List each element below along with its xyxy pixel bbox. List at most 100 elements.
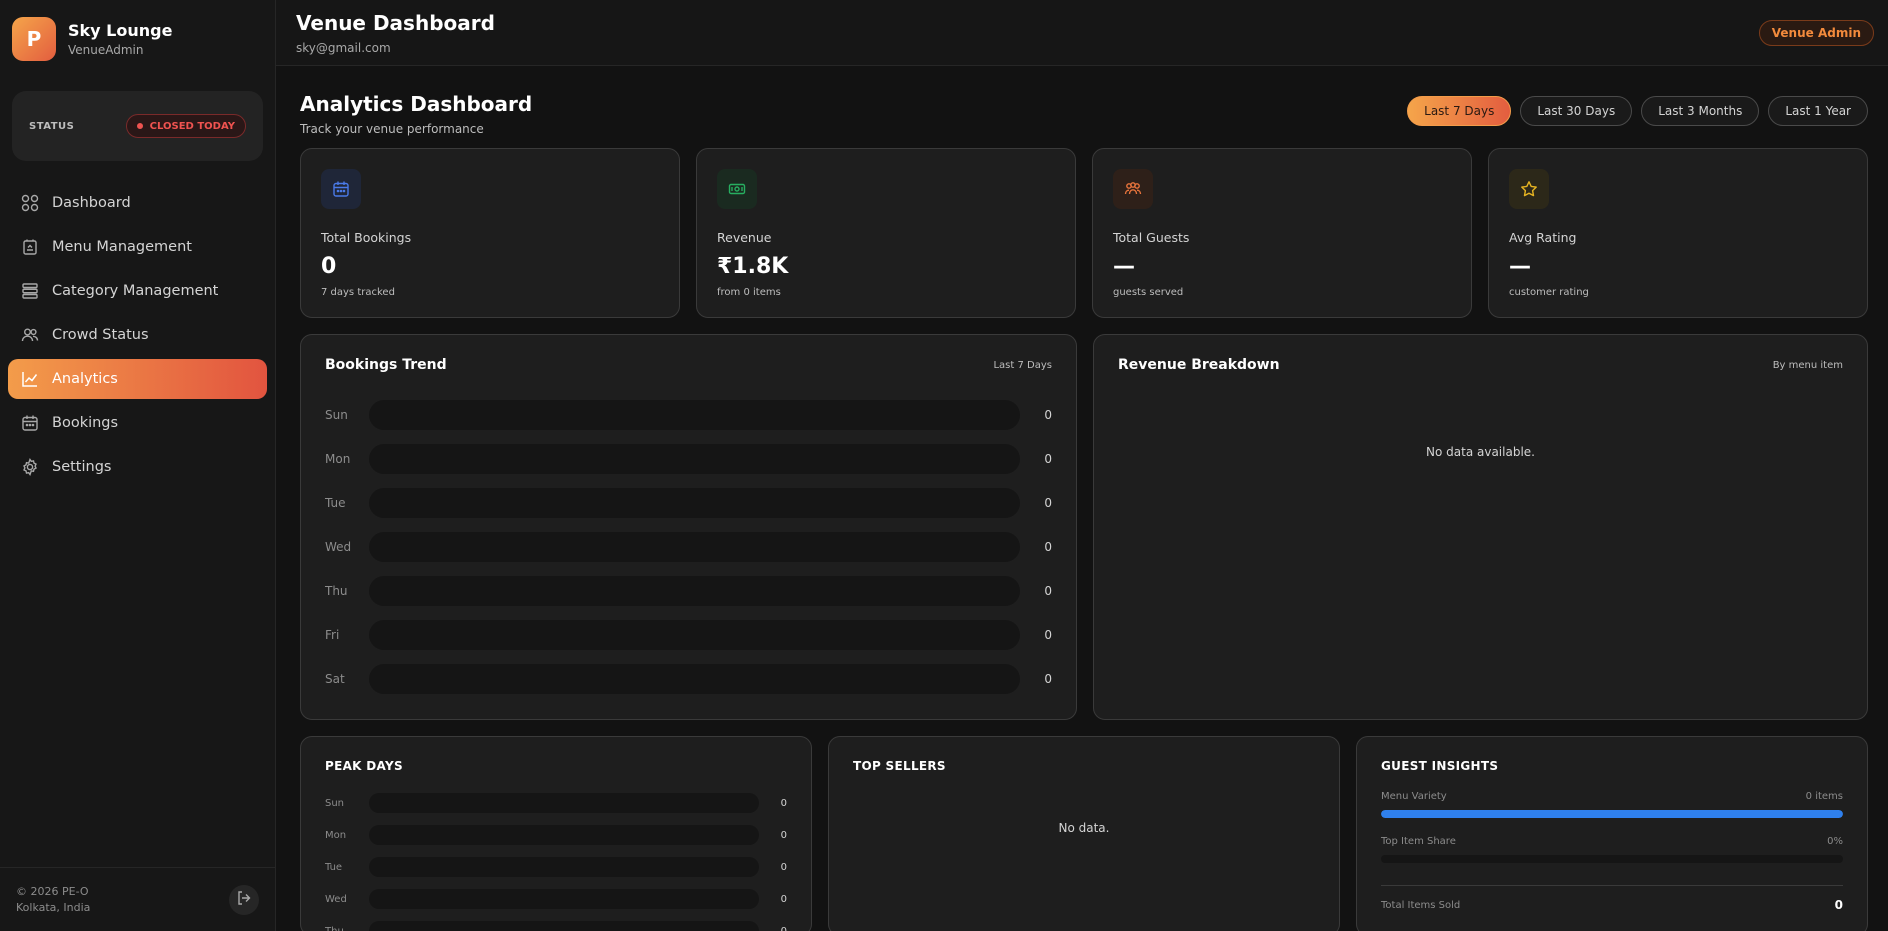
panel-title: TOP SELLERS	[853, 759, 946, 773]
bar-track	[369, 400, 1020, 430]
stat-card-avg-rating: Avg Rating — customer rating	[1488, 148, 1868, 318]
main-area: Venue Dashboard sky@gmail.com Venue Admi…	[276, 0, 1888, 931]
bar-track	[369, 889, 759, 909]
bar-track	[369, 620, 1020, 650]
users-icon	[1113, 169, 1153, 209]
stat-footnote: from 0 items	[717, 287, 781, 298]
day-label: Thu	[325, 925, 344, 931]
day-label: Mon	[325, 452, 351, 466]
bar-track	[369, 857, 759, 877]
status-dot	[136, 123, 143, 129]
stat-label: Total Guests	[1113, 230, 1190, 245]
trend-row: Mon 0	[325, 437, 1052, 481]
sidebar-item-analytics[interactable]: Analytics	[8, 359, 267, 399]
bar-value: 0	[1044, 584, 1052, 598]
sidebar-item-label: Crowd Status	[52, 327, 149, 343]
bar-track	[369, 921, 759, 931]
venue-name: Sky Lounge	[68, 21, 173, 40]
sidebar-item-crowd-status[interactable]: Crowd Status	[8, 315, 267, 355]
sidebar-item-settings[interactable]: Settings	[8, 447, 267, 487]
sidebar-item-label: Bookings	[52, 415, 119, 431]
brand: P Sky Lounge VenueAdmin	[0, 0, 275, 78]
stat-label: Total Bookings	[321, 230, 412, 245]
insight-label: Menu Variety	[1381, 791, 1447, 802]
insight-value: 0%	[1827, 836, 1843, 847]
sidebar-item-category-management[interactable]: Category Management	[8, 271, 267, 311]
stat-label: Revenue	[717, 230, 772, 245]
status-label: STATUS	[29, 120, 75, 132]
stat-value: 0	[321, 254, 337, 279]
peak-row: Sun 0	[325, 787, 787, 819]
empty-state: No data available.	[1426, 445, 1535, 459]
panel-meta: Last 7 Days	[993, 359, 1052, 371]
sidebar-item-label: Settings	[52, 459, 112, 475]
peak-row: Tue 0	[325, 851, 787, 883]
insight-total-items-sold: Total Items Sold 0	[1381, 898, 1843, 912]
status-card: STATUS CLOSED TODAY	[12, 91, 263, 161]
menu-book-icon	[20, 237, 40, 257]
range-30-days-button[interactable]: Last 30 Days	[1520, 96, 1633, 126]
stat-value: —	[1509, 254, 1531, 279]
sidebar: P Sky Lounge VenueAdmin STATUS CLOSED TO…	[0, 0, 276, 931]
brand-logo: P	[12, 17, 56, 61]
sidebar-item-menu-management[interactable]: Menu Management	[8, 227, 267, 267]
sidebar-item-label: Menu Management	[52, 239, 192, 255]
day-label: Wed	[325, 893, 347, 905]
insight-top-item-share: Top Item Share 0%	[1381, 836, 1843, 863]
day-label: Fri	[325, 628, 340, 642]
logout-button[interactable]	[229, 884, 259, 915]
panel-title: PEAK DAYS	[325, 759, 403, 773]
users-icon	[20, 325, 40, 345]
stat-value: ₹1.8K	[717, 254, 789, 279]
day-label: Mon	[325, 829, 347, 841]
insight-menu-variety: Menu Variety 0 items	[1381, 791, 1843, 818]
insight-fill	[1381, 810, 1843, 818]
sidebar-item-dashboard[interactable]: Dashboard	[8, 183, 267, 223]
insight-value: 0 items	[1805, 791, 1843, 802]
trend-row: Fri 0	[325, 613, 1052, 657]
bookings-trend-panel: Bookings Trend Last 7 Days Sun 0 Mon 0 Tue 0 W…	[300, 334, 1077, 720]
range-3-months-button[interactable]: Last 3 Months	[1641, 96, 1760, 126]
bar-value: 0	[1044, 540, 1052, 554]
peak-days-panel: PEAK DAYS Sun 0 Mon 0 Tue 0 Wed 0 Thu 0	[300, 736, 812, 931]
bar-value: 0	[780, 797, 787, 809]
trend-row: Tue 0	[325, 481, 1052, 525]
bar-value: 0	[780, 893, 787, 905]
stat-cards: Total Bookings 0 7 days tracked Revenue …	[300, 148, 1868, 318]
trend-row: Thu 0	[325, 569, 1052, 613]
panel-title: Bookings Trend	[325, 357, 447, 373]
stat-card-revenue: Revenue ₹1.8K from 0 items	[696, 148, 1076, 318]
line-chart-icon	[20, 369, 40, 389]
insight-track	[1381, 810, 1843, 818]
trend-row: Wed 0	[325, 525, 1052, 569]
revenue-breakdown-panel: Revenue Breakdown By menu item No data a…	[1093, 334, 1868, 720]
trend-row: Sat 0	[325, 657, 1052, 701]
topbar-title: Venue Dashboard	[296, 10, 495, 35]
bar-value: 0	[780, 925, 787, 931]
venue-role: VenueAdmin	[68, 43, 144, 57]
bar-track	[369, 793, 759, 813]
sidebar-item-bookings[interactable]: Bookings	[8, 403, 267, 443]
stat-value: —	[1113, 254, 1135, 279]
sidebar-item-label: Analytics	[52, 371, 118, 387]
range-7-days-button[interactable]: Last 7 Days	[1407, 96, 1512, 126]
day-label: Tue	[325, 861, 343, 873]
bar-track	[369, 664, 1020, 694]
empty-state: No data.	[1058, 821, 1110, 835]
bar-track	[369, 444, 1020, 474]
stat-footnote: 7 days tracked	[321, 287, 395, 298]
peak-row: Mon 0	[325, 819, 787, 851]
panel-title: Revenue Breakdown	[1118, 357, 1280, 373]
calendar-icon	[321, 169, 361, 209]
range-1-year-button[interactable]: Last 1 Year	[1768, 96, 1868, 126]
page-subtitle: Track your venue performance	[300, 122, 484, 136]
status-badge: CLOSED TODAY	[125, 114, 246, 138]
stat-footnote: guests served	[1113, 287, 1184, 298]
day-label: Tue	[325, 496, 346, 510]
insight-value: 0	[1834, 898, 1843, 912]
peak-row: Thu 0	[325, 915, 787, 931]
star-icon	[1509, 169, 1549, 209]
peak-row: Wed 0	[325, 883, 787, 915]
guest-insights-panel: GUEST INSIGHTS Menu Variety 0 items Top …	[1356, 736, 1868, 931]
bar-track	[369, 576, 1020, 606]
